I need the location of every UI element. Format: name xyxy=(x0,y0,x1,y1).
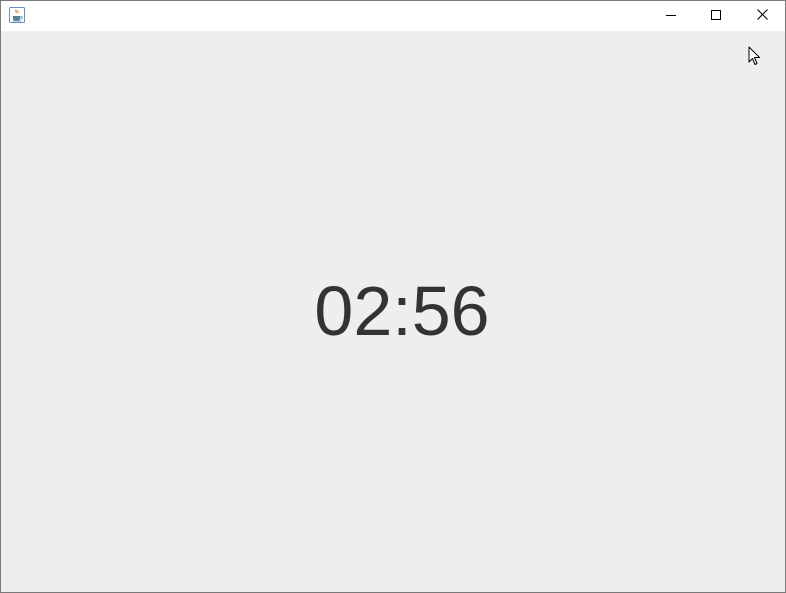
maximize-button[interactable] xyxy=(693,1,739,31)
maximize-icon xyxy=(711,7,721,25)
minimize-icon xyxy=(666,7,676,25)
content-pane: 02:56 xyxy=(1,31,785,592)
timer-display: 02:56 xyxy=(314,272,490,350)
close-icon xyxy=(756,7,768,25)
app-window: 02:56 xyxy=(0,0,786,593)
java-coffee-cup-icon[interactable] xyxy=(9,7,25,23)
close-button[interactable] xyxy=(739,1,785,31)
mouse-pointer-icon xyxy=(748,46,762,66)
minimize-button[interactable] xyxy=(648,1,694,31)
title-bar[interactable] xyxy=(1,1,785,31)
